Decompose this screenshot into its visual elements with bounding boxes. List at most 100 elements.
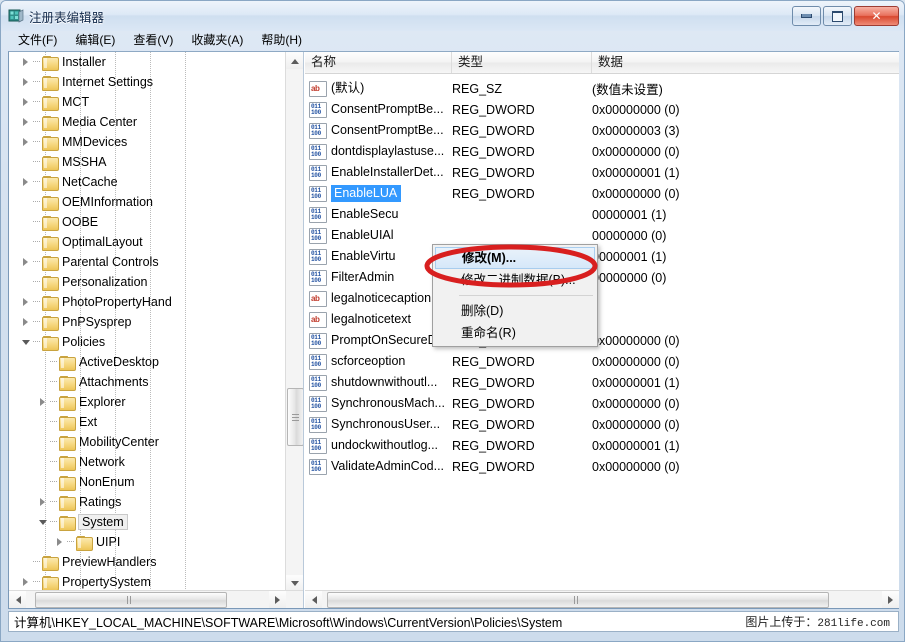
tree-item-mmdevices[interactable]: MMDevices: [9, 132, 287, 152]
tree-indent-spacer: [9, 272, 19, 292]
list-horizontal-scrollbar[interactable]: [305, 590, 899, 608]
tree-item-parental-controls[interactable]: Parental Controls: [9, 252, 287, 272]
scroll-left-icon[interactable]: [305, 591, 322, 608]
tree-item-attachments[interactable]: Attachments: [9, 372, 287, 392]
scroll-grip-icon: [574, 596, 582, 604]
chevron-right-icon[interactable]: [19, 172, 33, 192]
chevron-right-icon[interactable]: [36, 392, 50, 412]
tree-item-ext[interactable]: Ext: [9, 412, 287, 432]
table-row[interactable]: 011100ValidateAdminCod...REG_DWORD0x0000…: [305, 456, 899, 477]
column-header-data[interactable]: 数据: [592, 52, 892, 73]
registry-values-list[interactable]: 名称 类型 数据 ab(默认)REG_SZ(数值未设置)011100Consen…: [305, 52, 899, 608]
table-row[interactable]: 011100EnableUIAl00000000 (0): [305, 225, 899, 246]
table-row[interactable]: 011100SynchronousUser...REG_DWORD0x00000…: [305, 414, 899, 435]
tree-item-network[interactable]: Network: [9, 452, 287, 472]
folder-icon: [42, 296, 58, 309]
chevron-right-icon[interactable]: [19, 52, 33, 72]
scroll-left-icon[interactable]: [9, 591, 26, 608]
tree-item-oobe[interactable]: OOBE: [9, 212, 287, 232]
table-row[interactable]: 011100FilterAdmin00000000 (0): [305, 267, 899, 288]
chevron-down-icon[interactable]: [19, 332, 33, 352]
scroll-right-icon[interactable]: [882, 591, 899, 608]
table-row[interactable]: 011100EnableVirtu00000001 (1): [305, 246, 899, 267]
tree-item-pnpsysprep[interactable]: PnPSysprep: [9, 312, 287, 332]
maximize-button[interactable]: [823, 6, 852, 26]
chevron-right-icon[interactable]: [19, 72, 33, 92]
chevron-right-icon[interactable]: [19, 92, 33, 112]
tree-item-previewhandlers[interactable]: PreviewHandlers: [9, 552, 287, 572]
menu-item-file[interactable]: 文件(F): [9, 30, 66, 50]
tree-item-mssha[interactable]: MSSHA: [9, 152, 287, 172]
tree-item-explorer[interactable]: Explorer: [9, 392, 287, 412]
tree-connector-icon: [50, 432, 59, 452]
tree-item-photopropertyhand[interactable]: PhotoPropertyHand: [9, 292, 287, 312]
chevron-right-icon[interactable]: [19, 292, 33, 312]
chevron-right-icon[interactable]: [53, 532, 67, 552]
tree-item-media-center[interactable]: Media Center: [9, 112, 287, 132]
table-row[interactable]: 011100scforceoptionREG_DWORD0x00000000 (…: [305, 351, 899, 372]
list-hscroll-thumb[interactable]: [327, 592, 829, 608]
tree-item-nonenum[interactable]: NonEnum: [9, 472, 287, 492]
column-header-name[interactable]: 名称: [305, 52, 452, 73]
table-row[interactable]: 011100ConsentPromptBe...REG_DWORD0x00000…: [305, 120, 899, 141]
tree-item-personalization[interactable]: Personalization: [9, 272, 287, 292]
table-row[interactable]: ab(默认)REG_SZ(数值未设置): [305, 78, 899, 99]
table-row[interactable]: ablegalnoticetextREG_SZ: [305, 309, 899, 330]
tree-indent-spacer: [9, 152, 19, 172]
scroll-right-icon[interactable]: [269, 591, 286, 608]
menu-bar: 文件(F) 编辑(E) 查看(V) 收藏夹(A) 帮助(H): [2, 31, 905, 49]
title-bar[interactable]: 注册表编辑器 ✕: [1, 1, 904, 31]
tree-item-system[interactable]: System: [9, 512, 287, 532]
tree-item-propertysystem[interactable]: PropertySystem: [9, 572, 287, 592]
chevron-right-icon[interactable]: [19, 572, 33, 592]
table-row[interactable]: 011100SynchronousMach...REG_DWORD0x00000…: [305, 393, 899, 414]
chevron-right-icon[interactable]: [36, 492, 50, 512]
chevron-down-icon[interactable]: [36, 512, 50, 532]
close-button[interactable]: ✕: [854, 6, 899, 26]
registry-tree-pane[interactable]: InstallerInternet SettingsMCTMedia Cente…: [9, 52, 304, 608]
tree-horizontal-scrollbar[interactable]: [9, 590, 304, 608]
tree-hscroll-thumb[interactable]: [35, 592, 227, 608]
context-menu-item-modify[interactable]: 修改(M)...: [435, 247, 595, 269]
tree-item-installer[interactable]: Installer: [9, 52, 287, 72]
tree-item-mct[interactable]: MCT: [9, 92, 287, 112]
chevron-right-icon[interactable]: [19, 252, 33, 272]
context-menu-item-delete[interactable]: 删除(D): [433, 300, 597, 322]
tree-item-uipi[interactable]: UIPI: [9, 532, 287, 552]
table-row[interactable]: 011100EnableInstallerDet...REG_DWORD0x00…: [305, 162, 899, 183]
scroll-up-icon[interactable]: [286, 52, 303, 69]
context-menu-item-modify-binary[interactable]: 修改二进制数据(B)...: [433, 269, 597, 291]
menu-item-help[interactable]: 帮助(H): [252, 30, 311, 50]
menu-item-view[interactable]: 查看(V): [124, 30, 182, 50]
minimize-button[interactable]: [792, 6, 821, 26]
dword-value-icon: 011100: [309, 102, 327, 118]
chevron-right-icon[interactable]: [19, 132, 33, 152]
table-row[interactable]: 011100ConsentPromptBe...REG_DWORD0x00000…: [305, 99, 899, 120]
tree-item-ratings[interactable]: Ratings: [9, 492, 287, 512]
tree-item-policies[interactable]: Policies: [9, 332, 287, 352]
tree-vertical-scrollbar[interactable]: [285, 52, 303, 592]
tree-item-mobilitycenter[interactable]: MobilityCenter: [9, 432, 287, 452]
table-row[interactable]: 011100PromptOnSecureD...REG_DWORD0x00000…: [305, 330, 899, 351]
context-menu-item-rename[interactable]: 重命名(R): [433, 322, 597, 344]
tree-scroll-thumb[interactable]: [287, 388, 304, 446]
table-row[interactable]: ablegalnoticecaptionREG_SZ: [305, 288, 899, 309]
table-row[interactable]: 011100dontdisplaylastuse...REG_DWORD0x00…: [305, 141, 899, 162]
tree-item-netcache[interactable]: NetCache: [9, 172, 287, 192]
tree-item-activedesktop[interactable]: ActiveDesktop: [9, 352, 287, 372]
column-header-type[interactable]: 类型: [452, 52, 592, 73]
tree-item-internet-settings[interactable]: Internet Settings: [9, 72, 287, 92]
tree-item-optimallayout[interactable]: OptimalLayout: [9, 232, 287, 252]
table-row[interactable]: 011100EnableLUAREG_DWORD0x00000000 (0): [305, 183, 899, 204]
context-menu[interactable]: 修改(M)... 修改二进制数据(B)... 删除(D) 重命名(R): [432, 244, 598, 347]
chevron-right-icon[interactable]: [19, 312, 33, 332]
menu-item-edit[interactable]: 编辑(E): [66, 30, 124, 50]
table-row[interactable]: 011100EnableSecu00000001 (1): [305, 204, 899, 225]
value-type: REG_DWORD: [452, 376, 535, 390]
tree-item-oeminformation[interactable]: OEMInformation: [9, 192, 287, 212]
table-row[interactable]: 011100undockwithoutlog...REG_DWORD0x0000…: [305, 435, 899, 456]
chevron-right-icon[interactable]: [19, 112, 33, 132]
table-row[interactable]: 011100shutdownwithoutl...REG_DWORD0x0000…: [305, 372, 899, 393]
menu-item-favorites[interactable]: 收藏夹(A): [182, 30, 252, 50]
folder-icon: [42, 316, 58, 329]
